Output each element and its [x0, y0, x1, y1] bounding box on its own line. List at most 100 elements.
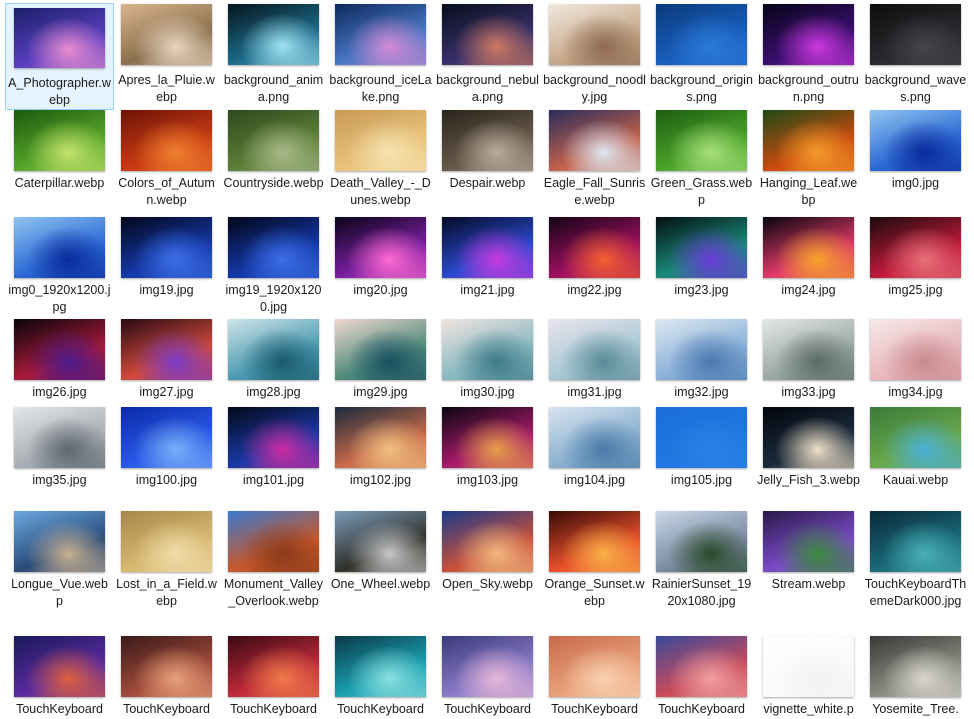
- file-item[interactable]: img103.jpg: [434, 407, 541, 489]
- file-thumbnail: [656, 217, 747, 278]
- file-item[interactable]: img20.jpg: [327, 217, 434, 299]
- file-item[interactable]: background_anima.png: [220, 4, 327, 106]
- file-thumbnail: [870, 636, 961, 697]
- file-item[interactable]: img100.jpg: [113, 407, 220, 489]
- file-item[interactable]: TouchKeyboard: [327, 636, 434, 718]
- file-item[interactable]: Death_Valley_-_Dunes.webp: [327, 110, 434, 209]
- file-item[interactable]: img34.jpg: [862, 319, 969, 401]
- file-item[interactable]: img33.jpg: [755, 319, 862, 401]
- file-thumbnail: [442, 407, 533, 468]
- file-item[interactable]: Colors_of_Autumn.webp: [113, 110, 220, 209]
- file-item[interactable]: img19.jpg: [113, 217, 220, 299]
- file-item[interactable]: img26.jpg: [6, 319, 113, 401]
- file-name: img25.jpg: [888, 283, 943, 297]
- file-item[interactable]: TouchKeyboard: [434, 636, 541, 718]
- file-name: img19.jpg: [139, 283, 194, 297]
- file-item[interactable]: Longue_Vue.webp: [6, 511, 113, 610]
- file-thumbnail: [870, 407, 961, 468]
- file-item[interactable]: img0_1920x1200.jpg: [6, 217, 113, 316]
- file-item[interactable]: img105.jpg: [648, 407, 755, 489]
- file-item[interactable]: Orange_Sunset.webp: [541, 511, 648, 610]
- file-thumbnail: [656, 4, 747, 65]
- file-thumbnail: [549, 407, 640, 468]
- file-item[interactable]: img35.jpg: [6, 407, 113, 489]
- file-thumbnail: [656, 407, 747, 468]
- file-item[interactable]: Eagle_Fall_Sunrise.webp: [541, 110, 648, 209]
- file-name: TouchKeyboard: [551, 702, 638, 716]
- file-thumbnail: [228, 511, 319, 572]
- file-thumbnail: [14, 217, 105, 278]
- file-name: img32.jpg: [674, 385, 729, 399]
- file-name: img33.jpg: [781, 385, 836, 399]
- file-item[interactable]: Hanging_Leaf.webp: [755, 110, 862, 209]
- file-name: Hanging_Leaf.webp: [759, 176, 858, 207]
- file-thumbnail: [228, 636, 319, 697]
- file-item[interactable]: Open_Sky.webp: [434, 511, 541, 593]
- file-item[interactable]: img28.jpg: [220, 319, 327, 401]
- file-item[interactable]: A_Photographer.webp: [5, 3, 114, 110]
- file-name: img0_1920x1200.jpg: [8, 283, 111, 314]
- file-item[interactable]: img24.jpg: [755, 217, 862, 299]
- file-item[interactable]: Despair.webp: [434, 110, 541, 192]
- file-item[interactable]: Lost_in_a_Field.webp: [113, 511, 220, 610]
- file-item[interactable]: Countryside.webp: [220, 110, 327, 192]
- file-item[interactable]: One_Wheel.webp: [327, 511, 434, 593]
- file-thumbnail: [121, 407, 212, 468]
- file-thumbnail: [228, 407, 319, 468]
- file-name: TouchKeyboard: [16, 702, 103, 716]
- file-item[interactable]: img102.jpg: [327, 407, 434, 489]
- file-name: img31.jpg: [567, 385, 622, 399]
- file-thumbnail: [335, 4, 426, 65]
- file-item[interactable]: vignette_white.p: [755, 636, 862, 718]
- file-item[interactable]: img30.jpg: [434, 319, 541, 401]
- file-item[interactable]: img23.jpg: [648, 217, 755, 299]
- file-name: Colors_of_Autumn.webp: [118, 176, 215, 207]
- file-item[interactable]: Jelly_Fish_3.webp: [755, 407, 862, 489]
- file-name: vignette_white.p: [763, 702, 854, 716]
- file-name: Open_Sky.webp: [442, 577, 533, 591]
- file-item[interactable]: background_nebula.png: [434, 4, 541, 106]
- file-thumbnail: [656, 110, 747, 171]
- file-item[interactable]: Stream.webp: [755, 511, 862, 593]
- file-item[interactable]: TouchKeyboard: [6, 636, 113, 718]
- file-name: img20.jpg: [353, 283, 408, 297]
- file-item[interactable]: img101.jpg: [220, 407, 327, 489]
- file-item[interactable]: Kauai.webp: [862, 407, 969, 489]
- file-name: Eagle_Fall_Sunrise.webp: [543, 176, 646, 207]
- file-item[interactable]: background_origins.png: [648, 4, 755, 106]
- file-item[interactable]: img29.jpg: [327, 319, 434, 401]
- file-thumbnail: [121, 217, 212, 278]
- file-thumbnail: [549, 4, 640, 65]
- file-item[interactable]: img27.jpg: [113, 319, 220, 401]
- file-item[interactable]: background_waves.png: [862, 4, 969, 106]
- file-item[interactable]: img19_1920x1200.jpg: [220, 217, 327, 316]
- file-item[interactable]: background_outrun.png: [755, 4, 862, 106]
- file-item[interactable]: img32.jpg: [648, 319, 755, 401]
- file-thumbnail: [335, 636, 426, 697]
- file-item[interactable]: TouchKeyboard: [541, 636, 648, 718]
- file-thumbnail: [228, 217, 319, 278]
- file-item[interactable]: img0.jpg: [862, 110, 969, 192]
- file-name: Yosemite_Tree.: [872, 702, 959, 716]
- file-item[interactable]: img22.jpg: [541, 217, 648, 299]
- file-item[interactable]: TouchKeyboardThemeDark000.jpg: [862, 511, 969, 610]
- file-item[interactable]: Yosemite_Tree.: [862, 636, 969, 718]
- file-item[interactable]: img104.jpg: [541, 407, 648, 489]
- file-item[interactable]: TouchKeyboard: [220, 636, 327, 718]
- file-item[interactable]: background_noodly.jpg: [541, 4, 648, 106]
- file-thumbnail: [335, 511, 426, 572]
- file-item[interactable]: Green_Grass.webp: [648, 110, 755, 209]
- file-item[interactable]: TouchKeyboard: [648, 636, 755, 718]
- file-item[interactable]: img31.jpg: [541, 319, 648, 401]
- file-item[interactable]: img25.jpg: [862, 217, 969, 299]
- file-name: img22.jpg: [567, 283, 622, 297]
- file-item[interactable]: img21.jpg: [434, 217, 541, 299]
- file-item[interactable]: RainierSunset_1920x1080.jpg: [648, 511, 755, 610]
- file-item[interactable]: Apres_la_Pluie.webp: [113, 4, 220, 106]
- file-item[interactable]: Caterpillar.webp: [6, 110, 113, 192]
- file-item[interactable]: Monument_Valley_Overlook.webp: [220, 511, 327, 610]
- file-name: Despair.webp: [449, 176, 526, 190]
- file-item[interactable]: TouchKeyboard: [113, 636, 220, 718]
- file-thumbnail: [121, 110, 212, 171]
- file-item[interactable]: background_iceLake.png: [327, 4, 434, 106]
